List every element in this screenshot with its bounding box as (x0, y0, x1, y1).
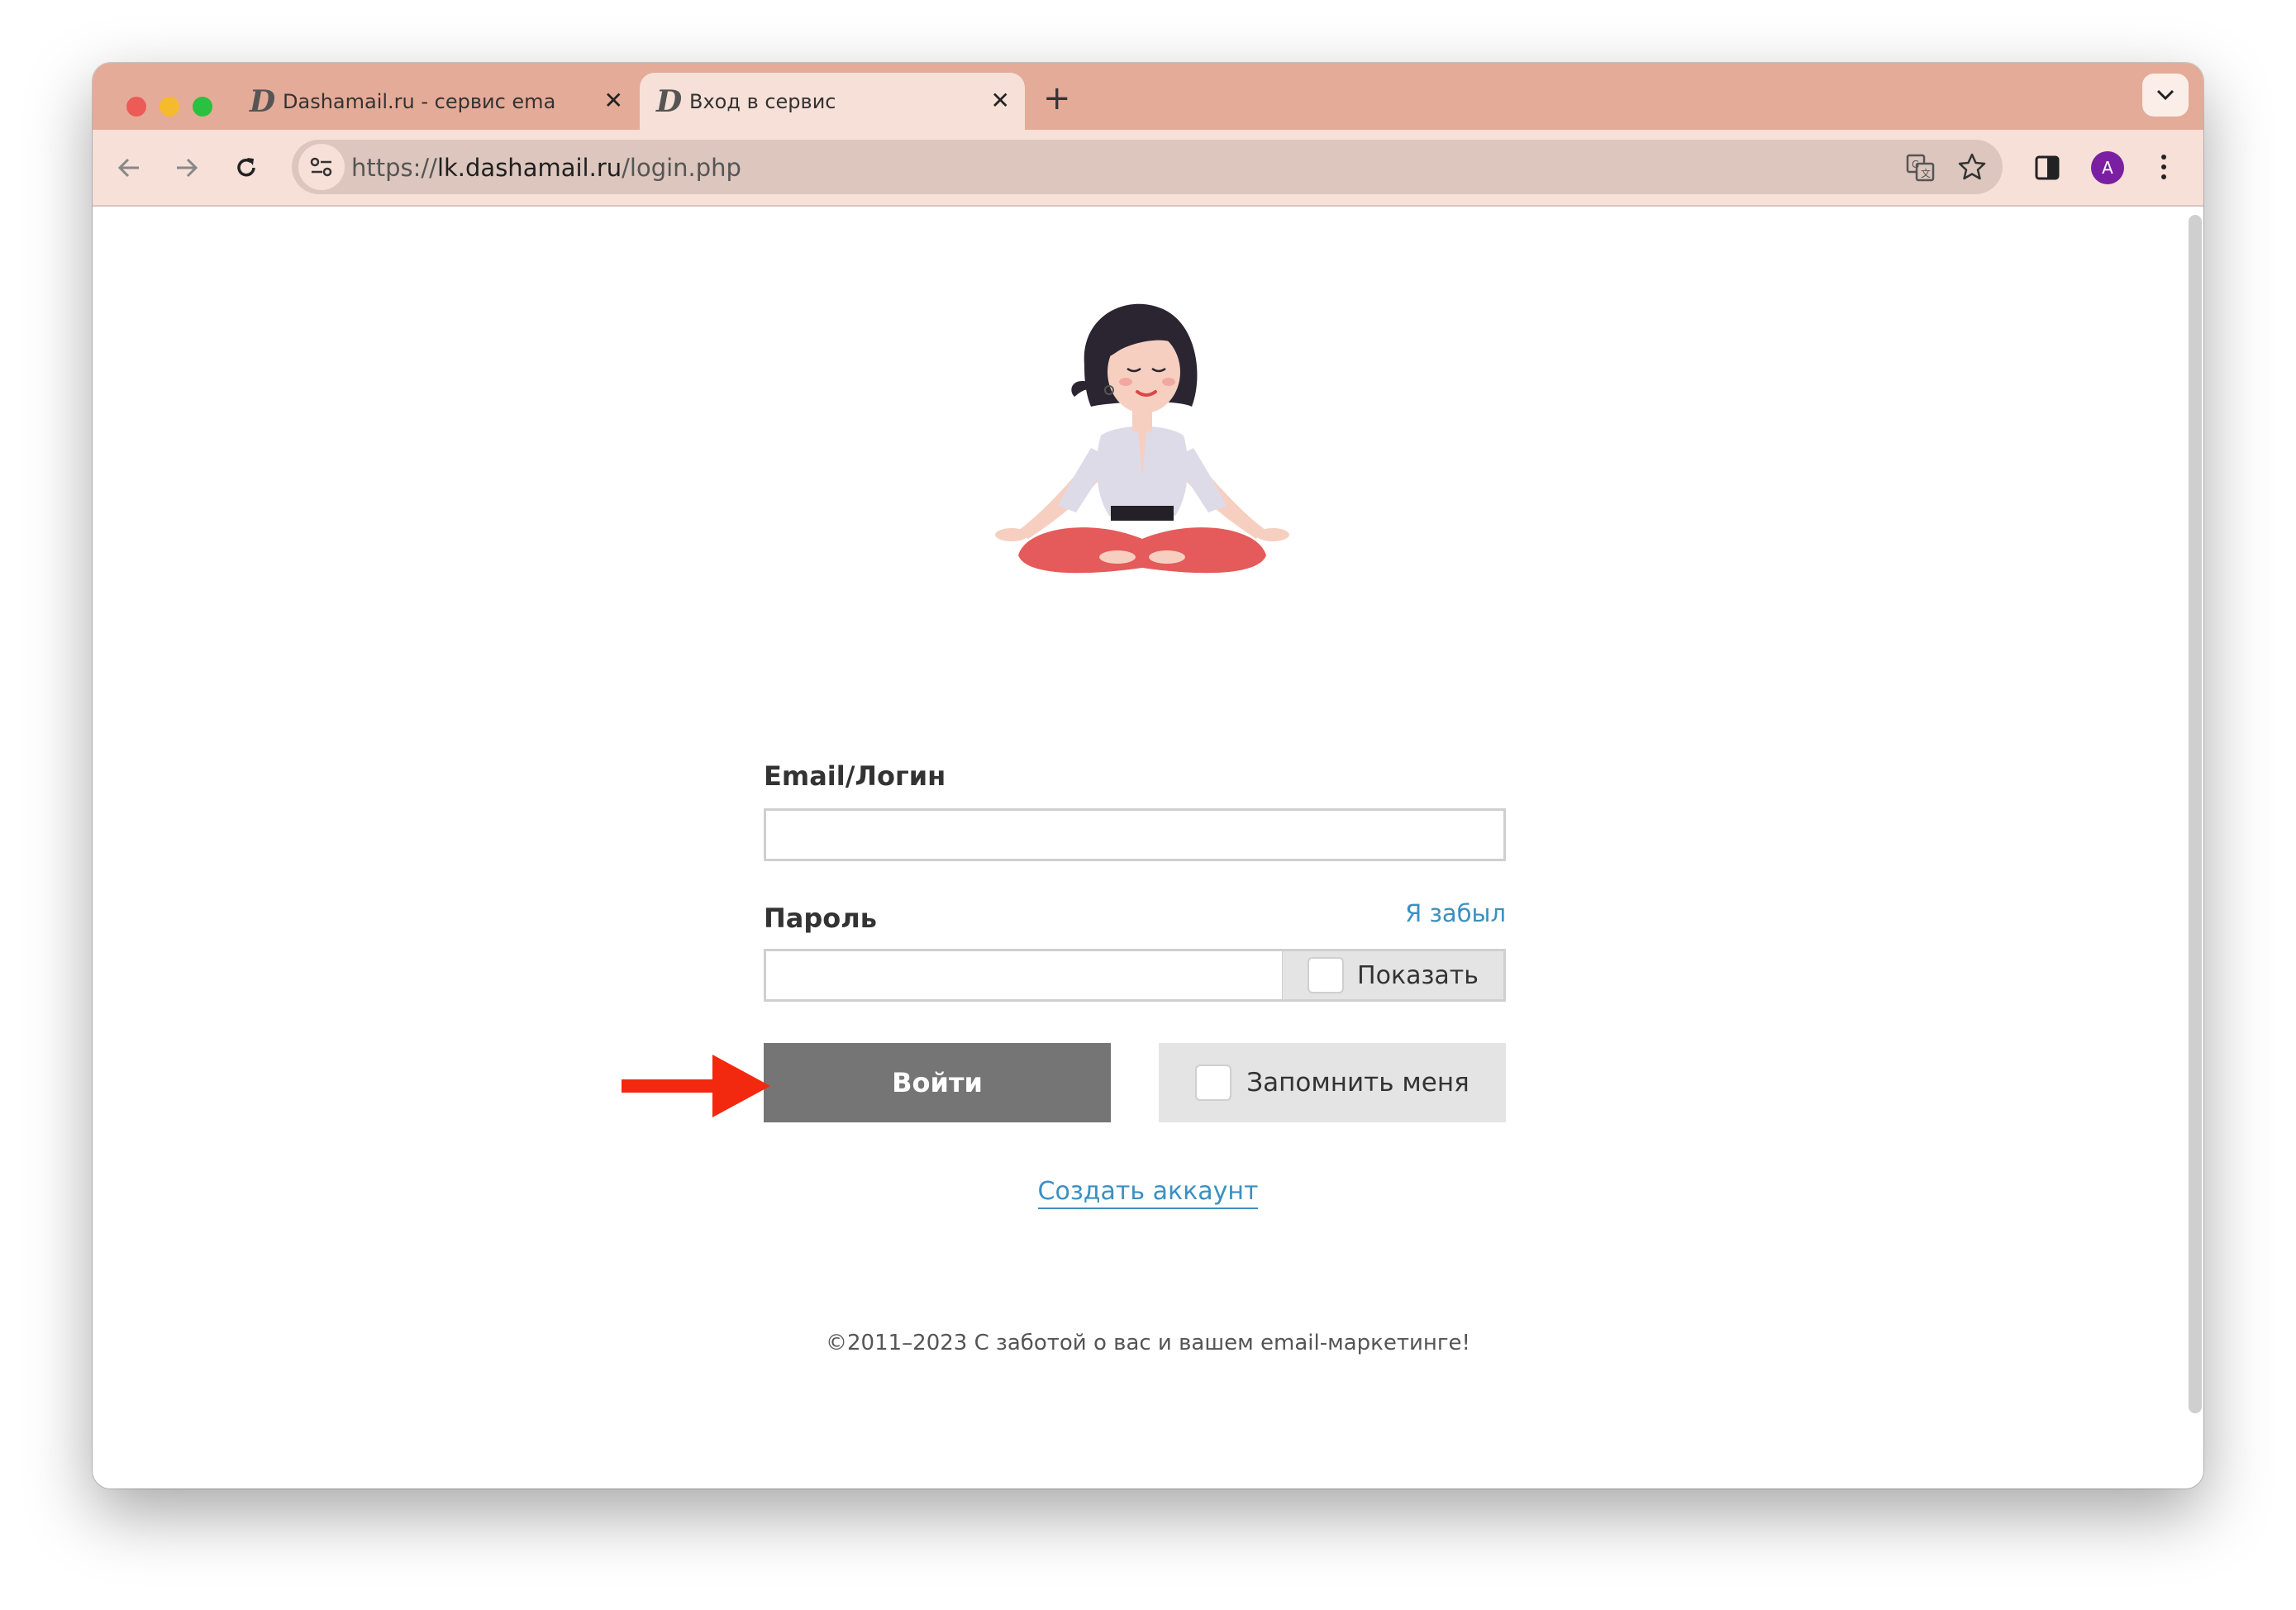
forward-button[interactable] (167, 148, 207, 188)
tab-strip: D Dashamail.ru - сервис email- ✕ D Вход … (93, 63, 2203, 130)
show-password-toggle[interactable]: Показать (1283, 949, 1506, 1002)
site-settings-icon[interactable] (298, 144, 345, 190)
footer-text: ©2011–2023 С заботой о вас и вашем email… (826, 1331, 1470, 1355)
scrollbar[interactable] (2189, 215, 2202, 1413)
password-label: Пароль (764, 903, 877, 934)
tab-title: Dashamail.ru - сервис email- (283, 89, 555, 113)
page-content: Email/Логин Пароль Я забыл Показать Войт… (93, 207, 2203, 1489)
reload-button[interactable] (226, 148, 266, 188)
dashamail-d-icon: D (250, 83, 276, 119)
bookmark-star-icon[interactable] (1957, 152, 1987, 185)
remember-me-label: Запомнить меня (1246, 1068, 1470, 1098)
side-panel-icon[interactable] (2035, 155, 2060, 183)
close-window-button[interactable] (126, 97, 146, 117)
close-tab-icon[interactable]: ✕ (991, 88, 1010, 114)
remember-me-toggle[interactable]: Запомнить меня (1159, 1043, 1506, 1122)
svg-text:文: 文 (1921, 167, 1931, 179)
url-text[interactable]: https://lk.dashamail.ru/login.php (351, 154, 741, 182)
dashamail-d-icon: D (656, 83, 683, 119)
tab-dashamail[interactable]: D Dashamail.ru - сервис email- ✕ (250, 73, 638, 130)
close-tab-icon[interactable]: ✕ (604, 88, 623, 114)
create-account-row: Создать аккаунт (93, 1177, 2203, 1209)
minimize-window-button[interactable] (160, 97, 179, 117)
reload-icon (237, 158, 255, 177)
create-account-link[interactable]: Создать аккаунт (1037, 1177, 1259, 1209)
browser-window: D Dashamail.ru - сервис email- ✕ D Вход … (93, 63, 2203, 1489)
show-password-label: Показать (1357, 960, 1479, 990)
remember-me-checkbox[interactable] (1195, 1065, 1232, 1101)
password-field[interactable] (764, 949, 1284, 1002)
email-field[interactable] (764, 808, 1506, 861)
annotation-arrow-icon (622, 1055, 770, 1117)
svg-text:G: G (1912, 159, 1919, 170)
tab-login[interactable]: D Вход в сервис ✕ (640, 73, 1025, 130)
kebab-menu-icon[interactable] (2161, 155, 2168, 179)
tab-search-button[interactable] (2142, 74, 2189, 117)
avatar[interactable]: A (2091, 151, 2124, 184)
translate-icon[interactable]: G文 (1906, 154, 1936, 185)
back-button[interactable] (109, 148, 149, 188)
show-password-checkbox[interactable] (1308, 957, 1345, 993)
login-button[interactable]: Войти (764, 1043, 1111, 1122)
forgot-password-link[interactable]: Я забыл (1405, 899, 1506, 927)
arrow-right-icon (177, 158, 198, 178)
tab-title: Вход в сервис (689, 89, 836, 113)
toolbar: https://lk.dashamail.ru/login.php G文 A (93, 130, 2203, 207)
maximize-window-button[interactable] (193, 97, 212, 117)
address-bar[interactable]: https://lk.dashamail.ru/login.php G文 (292, 140, 2003, 194)
chevron-down-icon (2156, 89, 2175, 101)
email-label: Email/Логин (764, 760, 946, 792)
new-tab-button[interactable]: + (1043, 79, 1071, 117)
arrow-left-icon (117, 158, 139, 178)
meditating-woman-illustration (995, 303, 1289, 574)
